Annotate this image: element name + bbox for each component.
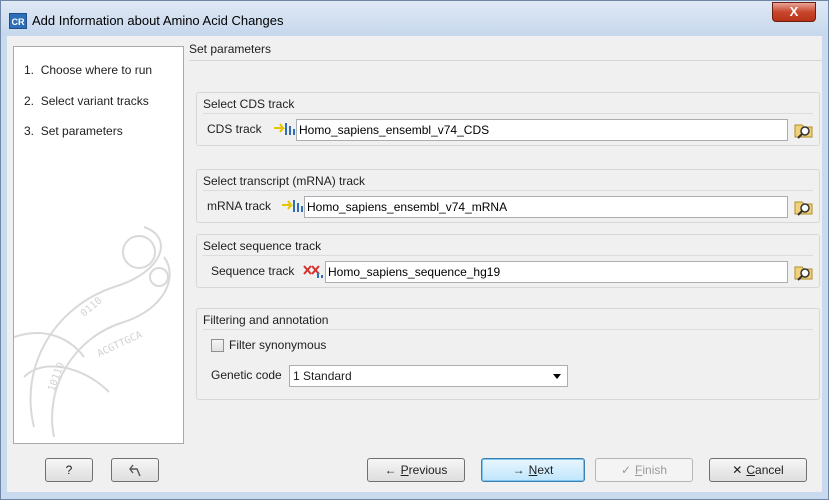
arrow-left-icon: ← (384, 463, 397, 477)
browse-magnifier-icon[interactable] (793, 120, 815, 140)
group-divider (203, 113, 813, 114)
filtering-annotation-group: Filtering and annotation Filter synonymo… (196, 308, 820, 400)
title-bar: CR Add Information about Amino Acid Chan… (0, 0, 829, 36)
next-button[interactable]: → Next (481, 458, 585, 482)
mrna-track-label: mRNA track (207, 199, 272, 213)
step-item-choose-where-to-run: 1. Choose where to run (24, 63, 152, 77)
sequence-track-field[interactable]: Homo_sapiens_sequence_hg19 (325, 261, 788, 283)
filter-synonymous-label: Filter synonymous (229, 338, 327, 352)
mrna-track-group: Select transcript (mRNA) track mRNA trac… (196, 169, 820, 223)
next-label: ext (537, 463, 554, 477)
step-number: 3. (24, 124, 35, 138)
cds-track-group: Select CDS track CDS track Homo_sapiens_… (196, 92, 820, 146)
arrow-right-icon: → (512, 463, 525, 477)
browse-magnifier-icon[interactable] (793, 262, 815, 282)
step-number: 1. (24, 63, 35, 77)
step-label: Set parameters (40, 124, 123, 138)
finish-label: inish (642, 463, 668, 477)
title-divider (189, 60, 822, 61)
cds-track-field[interactable]: Homo_sapiens_ensembl_v74_CDS (296, 119, 788, 141)
filter-synonymous-checkbox[interactable] (211, 339, 224, 352)
group-title: Filtering and annotation (203, 313, 329, 327)
step-item-select-variant-tracks: 2. Select variant tracks (24, 94, 149, 108)
previous-mnemonic: P (400, 463, 409, 477)
cancel-label: ancel (755, 463, 784, 477)
window-frame: 1. Choose where to run 2. Select variant… (0, 36, 829, 500)
dna-swirl-watermark-icon: 0110 10110 ACGTTGCA (14, 217, 183, 443)
close-button[interactable]: X (772, 2, 816, 22)
mrna-track-field[interactable]: Homo_sapiens_ensembl_v74_mRNA (304, 196, 788, 218)
group-title: Select transcript (mRNA) track (203, 174, 366, 188)
help-button[interactable]: ? (45, 458, 93, 482)
sequence-track-icon (303, 262, 325, 280)
reset-button[interactable] (111, 458, 159, 482)
group-divider (203, 255, 813, 256)
step-label: Select variant tracks (40, 94, 149, 108)
step-item-set-parameters: 3. Set parameters (24, 124, 123, 138)
genetic-code-value: 1 Standard (293, 369, 352, 383)
cds-track-icon (273, 120, 295, 138)
window-title: Add Information about Amino Acid Changes (32, 13, 284, 28)
app-icon: CR (9, 13, 27, 29)
genetic-code-select[interactable]: 1 Standard (289, 365, 568, 387)
chevron-down-icon (553, 374, 561, 379)
checkmark-icon: ✓ (620, 463, 632, 477)
sequence-track-group: Select sequence track Sequence track Hom… (196, 234, 820, 288)
browse-magnifier-icon[interactable] (793, 197, 815, 217)
group-divider (203, 329, 813, 330)
cds-track-label: CDS track (207, 122, 262, 136)
cancel-button[interactable]: ✕ Cancel (709, 458, 807, 482)
step-number: 2. (24, 94, 35, 108)
svg-text:0110: 0110 (79, 295, 105, 319)
page-title: Set parameters (189, 42, 272, 56)
genetic-code-label: Genetic code (211, 368, 282, 382)
previous-button[interactable]: ← Previous (367, 458, 465, 482)
sequence-track-label: Sequence track (211, 264, 295, 278)
step-label: Choose where to run (40, 63, 153, 77)
reset-arrow-icon (129, 464, 141, 477)
cancel-mnemonic: C (746, 463, 756, 477)
group-divider (203, 190, 813, 191)
close-x-icon: ✕ (732, 463, 743, 477)
dialog-body: 1. Choose where to run 2. Select variant… (7, 36, 822, 492)
svg-text:ACGTTGCA: ACGTTGCA (96, 329, 144, 359)
mrna-track-icon (281, 197, 303, 215)
group-title: Select sequence track (203, 239, 322, 253)
finish-button[interactable]: ✓ Finish (595, 458, 693, 482)
previous-label: revious (408, 463, 448, 477)
steps-panel: 1. Choose where to run 2. Select variant… (13, 46, 184, 444)
group-title: Select CDS track (203, 97, 295, 111)
